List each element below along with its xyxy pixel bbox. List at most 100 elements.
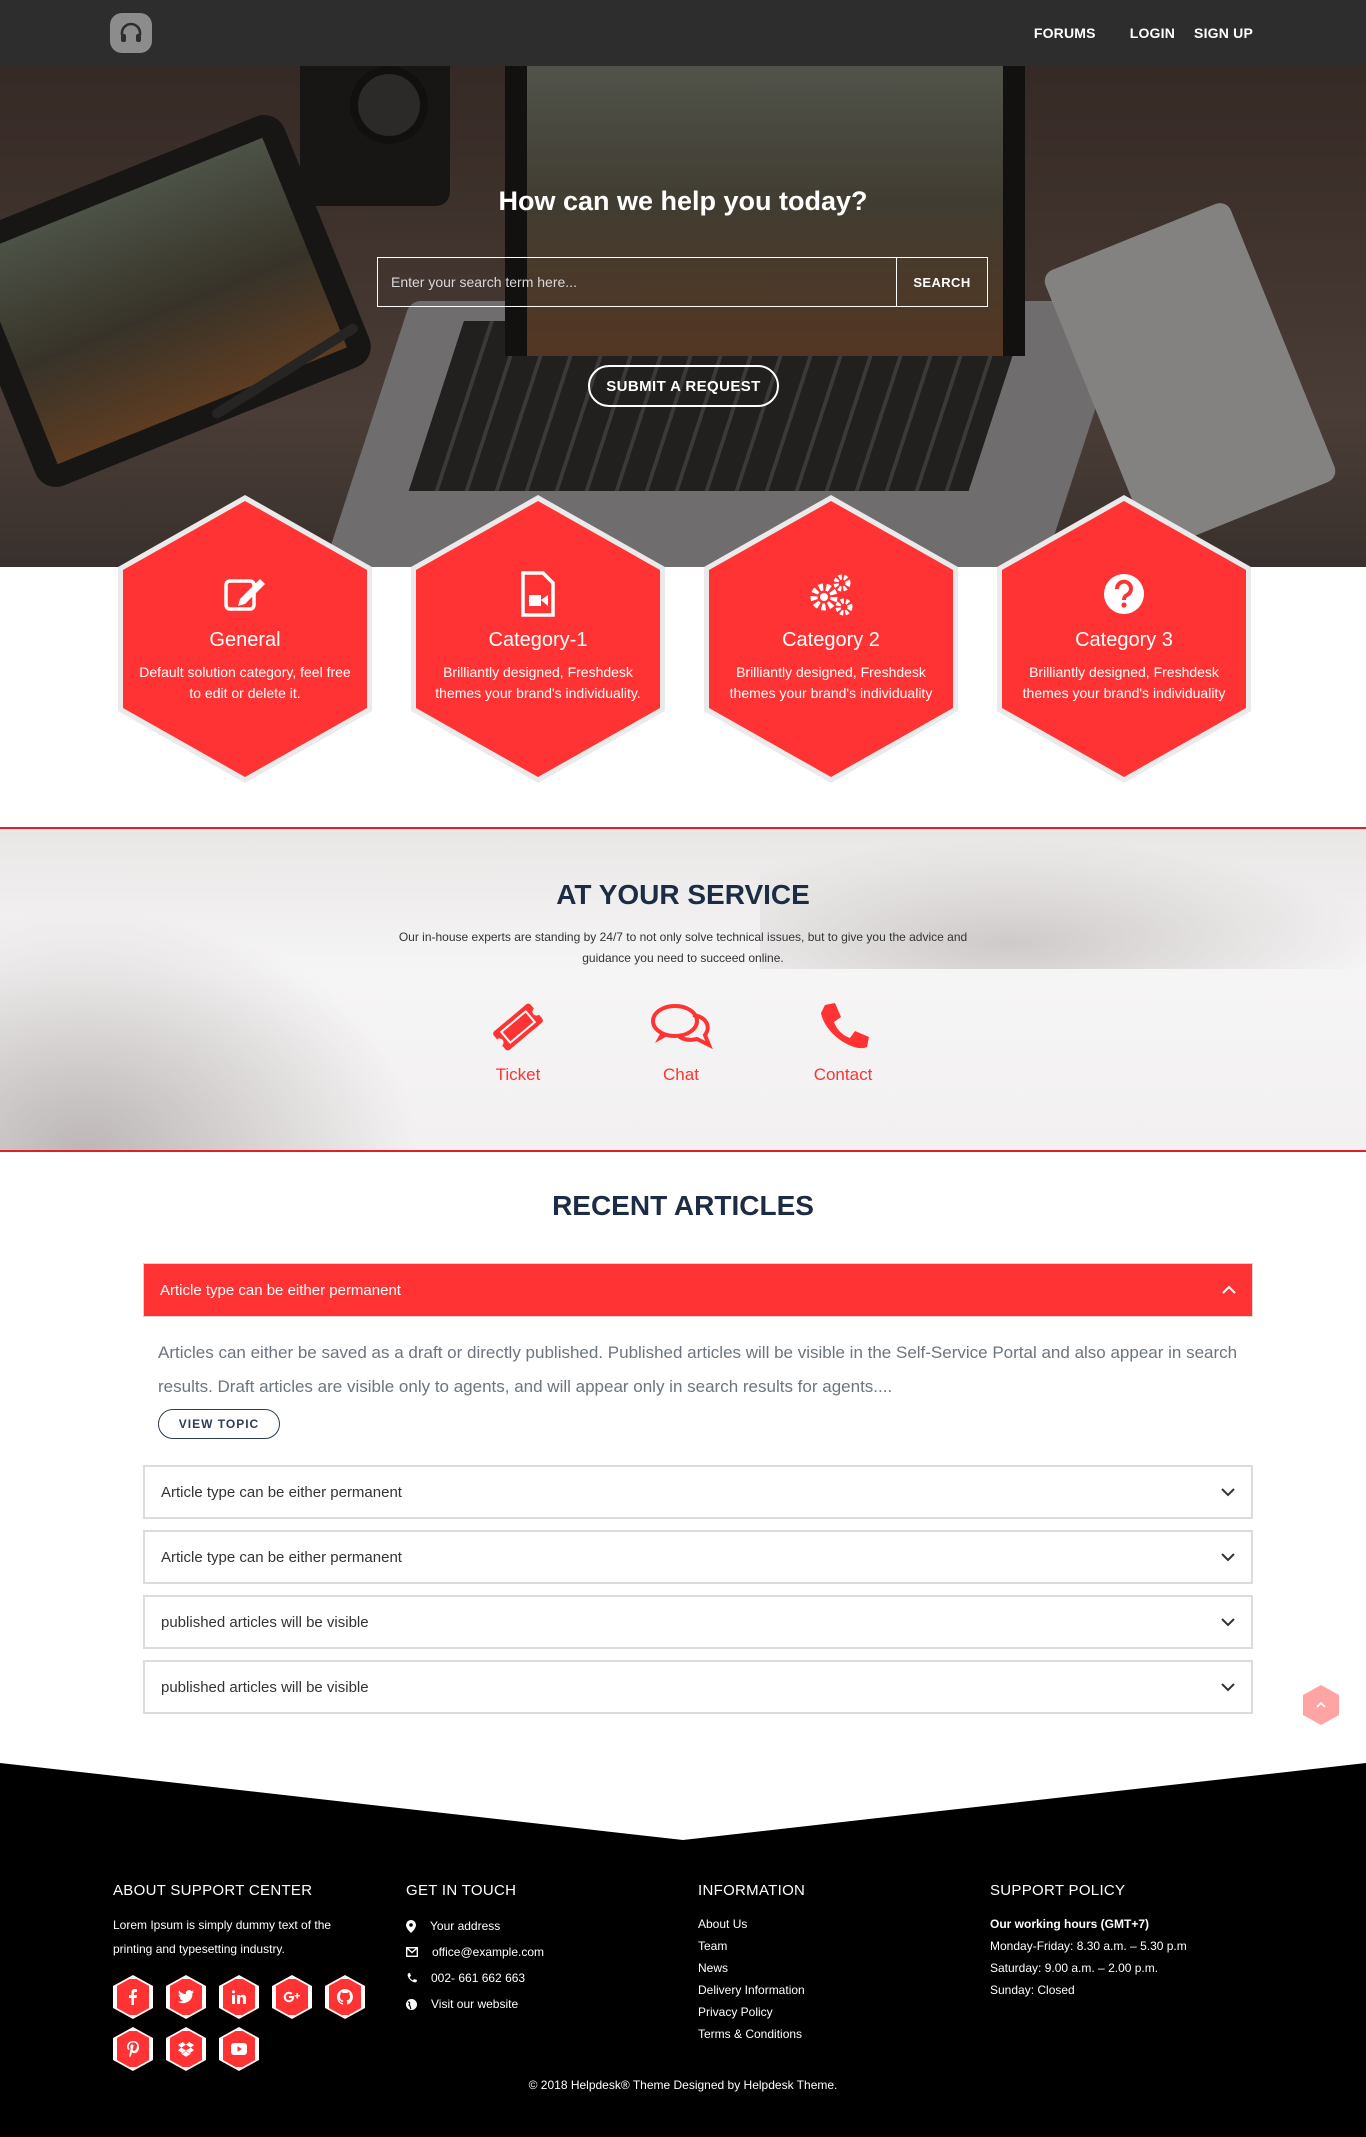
footer: ABOUT SUPPORT CENTER Lorem Ipsum is simp… [0,1763,1366,2137]
envelope-icon [406,1947,418,1957]
category-title: Category 2 [782,629,880,651]
dropbox-link[interactable] [166,2027,206,2071]
footer-about: ABOUT SUPPORT CENTER Lorem Ipsum is simp… [113,1882,365,2075]
nav-login-link[interactable]: LOGIN [1130,25,1175,41]
footer-contact-title: GET IN TOUCH [406,1882,517,1899]
gears-icon [810,574,853,616]
contact-website-text: Visit our website [431,1997,519,2011]
recent-articles-title: RECENT ARTICLES [552,1190,814,1221]
article-title: Article type can be either permanent [160,1281,401,1299]
contact-website[interactable]: Visit our website [406,1991,646,2017]
top-navbar: FORUMS LOGIN SIGN UP [0,0,1366,66]
footer-information-title: INFORMATION [698,1882,806,1899]
article-accordion-item[interactable]: Article type can be either permanent [143,1465,1253,1519]
headset-icon [120,22,142,42]
article-excerpt: Articles can either be saved as a draft … [158,1343,1238,1396]
category-desc: Brilliantly designed, Freshdesk themes y… [729,664,933,701]
ticket-icon [493,1003,543,1051]
question-circle-icon [1104,574,1144,614]
linkedin-link[interactable] [219,1975,259,2019]
google-plus-link[interactable] [272,1975,312,2019]
facebook-icon [129,1989,137,2005]
category-card-2[interactable]: Category 2 Brilliantly designed, Freshde… [704,495,958,783]
video-file-icon [521,571,555,617]
nav-forums-link[interactable]: FORUMS [1034,25,1096,41]
footer-link-about[interactable]: About Us [698,1913,938,1935]
facebook-link[interactable] [113,1975,153,2019]
view-topic-button[interactable]: VIEW TOPIC [158,1409,280,1439]
article-title: published articles will be visible [161,1613,369,1631]
contact-address: Your address [406,1913,646,1939]
chat-icon [651,1004,713,1050]
twitter-link[interactable] [166,1975,206,2019]
edit-icon [224,579,265,611]
article-title: published articles will be visible [161,1678,369,1696]
footer-contact: GET IN TOUCH Your address office@example… [406,1882,646,2017]
search-button[interactable]: SEARCH [897,257,988,307]
category-card-1[interactable]: Category-1 Brilliantly designed, Freshde… [411,495,665,783]
category-hexagons: General Default solution category, feel … [0,495,1366,785]
article-accordion-item[interactable]: published articles will be visible [143,1595,1253,1649]
service-chat[interactable]: Chat [621,999,741,1085]
github-icon [337,1989,353,2005]
hours-saturday: Saturday: 9.00 a.m. – 2.00 p.m. [990,1961,1159,1975]
chevron-down-icon [1221,1683,1235,1692]
footer-about-text: Lorem Ipsum is simply dummy text of the … [113,1918,332,1956]
google-plus-icon [283,1991,300,2003]
social-links [113,1975,373,2075]
contact-phone[interactable]: 002- 661 662 663 [406,1965,646,1991]
category-card-general[interactable]: General Default solution category, feel … [118,495,372,783]
service-title: AT YOUR SERVICE [556,879,810,910]
working-hours-title: Our working hours (GMT+7) [990,1917,1150,1931]
service-ticket-label: Ticket [495,1065,541,1084]
footer-link-team[interactable]: Team [698,1935,938,1957]
pinterest-icon [127,2041,139,2057]
chevron-down-icon [1221,1488,1235,1497]
service-ticket[interactable]: Ticket [458,999,578,1085]
footer-link-terms[interactable]: Terms & Conditions [698,2023,938,2045]
chevron-up-icon [1222,1285,1236,1294]
globe-icon [406,1998,417,2010]
contact-email-text: office@example.com [432,1945,545,1959]
article-title: Article type can be either permanent [161,1548,402,1566]
article-accordion-item[interactable]: Article type can be either permanent [143,1530,1253,1584]
chevron-up-icon [1316,1701,1326,1708]
contact-email[interactable]: office@example.com [406,1939,646,1965]
hero-title: How can we help you today? [498,186,868,216]
chevron-down-icon [1221,1553,1235,1562]
footer-link-news[interactable]: News [698,1957,938,1979]
article-accordion-item[interactable]: published articles will be visible [143,1660,1253,1714]
category-desc: Brilliantly designed, Freshdesk themes y… [1022,664,1226,701]
category-title: Category-1 [488,629,588,651]
footer-information: INFORMATION About Us Team News Delivery … [698,1882,938,2045]
logo[interactable] [110,13,152,53]
main-nav: FORUMS LOGIN SIGN UP [1034,0,1253,66]
phone-icon [407,1972,417,1982]
category-desc: Brilliantly designed, Freshdesk themes y… [435,664,641,701]
scroll-to-top-button[interactable] [1303,1685,1339,1725]
category-card-3[interactable]: Category 3 Brilliantly designed, Freshde… [997,495,1251,783]
youtube-link[interactable] [219,2027,259,2071]
github-link[interactable] [325,1975,365,2019]
hero-banner: How can we help you today? SEARCH SUBMIT… [0,66,1366,567]
footer-link-delivery[interactable]: Delivery Information [698,1979,938,2001]
nav-signup-link[interactable]: SIGN UP [1194,25,1253,41]
service-contact[interactable]: Contact [783,999,903,1085]
dropbox-icon [178,2041,194,2057]
twitter-icon [178,1990,194,2004]
submit-request-button[interactable]: SUBMIT A REQUEST [588,365,779,407]
category-title: Category 3 [1075,629,1173,651]
contact-phone-text: 002- 661 662 663 [431,1971,526,1985]
category-title: General [209,629,281,651]
youtube-icon [231,2043,247,2055]
pinterest-link[interactable] [113,2027,153,2071]
service-bg-grass [0,910,420,1150]
hero-overlay [0,66,1366,567]
category-desc: Default solution category, feel free to … [139,664,351,701]
contact-address-text: Your address [430,1919,501,1933]
service-chat-label: Chat [663,1065,699,1084]
footer-link-privacy[interactable]: Privacy Policy [698,2001,938,2023]
article-accordion-active[interactable]: Article type can be either permanent [143,1263,1253,1317]
search-input[interactable] [377,257,897,307]
footer-support-policy: SUPPORT POLICY Our working hours (GMT+7)… [990,1882,1250,2001]
